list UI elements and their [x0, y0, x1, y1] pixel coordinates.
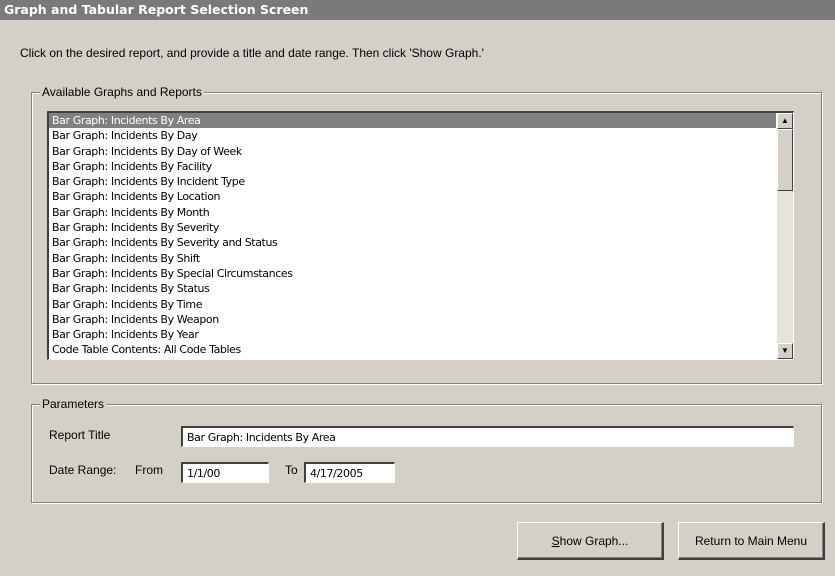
- report-list-item[interactable]: Bar Graph: Incidents By Time: [49, 297, 776, 312]
- show-graph-label-rest: how Graph...: [559, 533, 629, 548]
- report-list-item[interactable]: Bar Graph: Incidents By Severity: [49, 220, 776, 235]
- report-list-item[interactable]: Bar Graph: Incidents By Special Circumst…: [49, 266, 776, 281]
- date-to-label: To: [285, 463, 298, 477]
- reports-listbox[interactable]: Bar Graph: Incidents By Area Bar Graph: I…: [47, 111, 794, 360]
- scroll-up-arrow-icon[interactable]: ▲: [777, 113, 793, 129]
- report-title-input[interactable]: [181, 426, 794, 447]
- date-to-input[interactable]: [304, 462, 395, 483]
- report-list-item[interactable]: Bar Graph: Incidents By Shift: [49, 251, 776, 266]
- report-list-item[interactable]: Bar Graph: Incidents By Status: [49, 281, 776, 296]
- report-list-item[interactable]: Bar Graph: Incidents By Day: [49, 128, 776, 143]
- window-title: Graph and Tabular Report Selection Scree…: [0, 0, 835, 20]
- scroll-down-arrow-icon[interactable]: ▼: [777, 343, 793, 359]
- report-list-item[interactable]: Bar Graph: Incidents By Incident Type: [49, 174, 776, 189]
- instructions-text: Click on the desired report, and provide…: [20, 46, 484, 60]
- parameters-group: Parameters: [31, 397, 822, 503]
- date-from-input[interactable]: [181, 462, 269, 483]
- scroll-thumb[interactable]: [777, 129, 793, 191]
- report-list-item[interactable]: Bar Graph: Incidents By Year: [49, 327, 776, 342]
- report-list-item[interactable]: Bar Graph: Incidents By Facility: [49, 159, 776, 174]
- reports-group-label: Available Graphs and Reports: [40, 85, 204, 99]
- report-list-item[interactable]: Bar Graph: Incidents By Month: [49, 205, 776, 220]
- report-list-item[interactable]: Bar Graph: Incidents By Severity and Sta…: [49, 235, 776, 250]
- show-graph-mnemonic: S: [551, 533, 560, 548]
- return-to-main-menu-button[interactable]: Return to Main Menu: [678, 522, 825, 560]
- return-to-main-menu-label: Return to Main Menu: [694, 533, 808, 548]
- show-graph-label: Show Graph...: [552, 534, 629, 548]
- report-list-item[interactable]: Bar Graph: Incidents By Day of Week: [49, 144, 776, 159]
- reports-list-items: Bar Graph: Incidents By Area Bar Graph: I…: [49, 113, 776, 358]
- parameters-group-label: Parameters: [40, 397, 107, 411]
- report-list-item[interactable]: Code Table Contents: All Code Tables: [49, 342, 776, 357]
- report-title-label: Report Title: [49, 428, 111, 442]
- report-list-item[interactable]: Bar Graph: Incidents By Area: [49, 113, 776, 129]
- show-graph-button[interactable]: Show Graph...: [517, 522, 664, 560]
- reports-scrollbar[interactable]: ▲ ▼: [777, 113, 793, 359]
- date-range-label: Date Range:: [49, 463, 117, 477]
- report-list-item[interactable]: Bar Graph: Incidents By Weapon: [49, 312, 776, 327]
- report-list-item[interactable]: Bar Graph: Incidents By Location: [49, 189, 776, 204]
- date-from-label: From: [135, 463, 163, 477]
